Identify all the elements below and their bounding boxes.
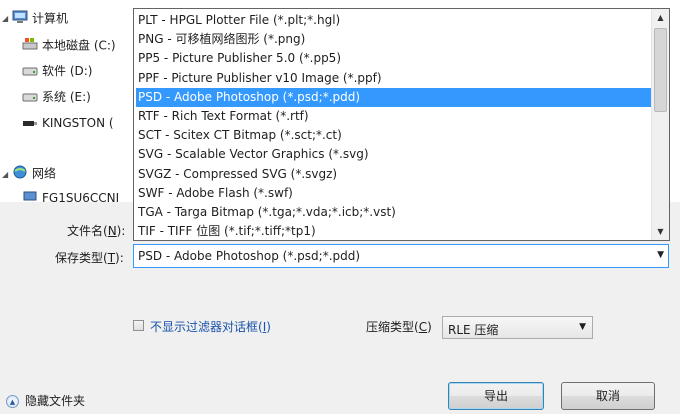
nav-item-network-computer[interactable]: FG1SU6CCNI	[22, 190, 119, 202]
drive-c-icon	[22, 37, 38, 55]
filetype-option[interactable]: SCT - Scitex CT Bitmap (*.sct;*.ct)	[136, 126, 653, 145]
nav-item-label: 系统 (E:)	[42, 90, 91, 104]
filetype-option[interactable]: PP5 - Picture Publisher 5.0 (*.pp5)	[136, 49, 653, 68]
navigation-pane: ◢ 计算机 本地磁盘 (C:) 软件 (D:) 系统 (E:) KINGSTON…	[0, 0, 134, 202]
hide-folders-toggle[interactable]: ▲ 隐藏文件夹	[6, 392, 85, 409]
computer-icon	[12, 10, 28, 28]
savetype-label-text: 保存类型(	[55, 251, 108, 265]
filetype-dropdown-list[interactable]: PLT - HPGL Plotter File (*.plt;*.hgl) PNG…	[133, 8, 670, 241]
scrollbar[interactable]: ▲ ▼	[651, 9, 669, 240]
collapse-circle-icon: ▲	[6, 395, 19, 408]
compression-label-suffix: )	[427, 320, 432, 334]
compression-label-key: C	[418, 320, 428, 334]
nav-item-drive-c[interactable]: 本地磁盘 (C:)	[22, 37, 116, 55]
filetype-option[interactable]: PPF - Picture Publisher v10 Image (*.ppf…	[136, 69, 653, 88]
hide-filter-label[interactable]: 不显示过滤器对话框(I)	[150, 318, 271, 335]
nav-item-label: FG1SU6CCNI	[42, 191, 120, 202]
filename-label-text: 文件名(	[67, 224, 108, 238]
scroll-down-icon[interactable]: ▼	[652, 223, 669, 240]
nav-item-drive-d[interactable]: 软件 (D:)	[22, 63, 92, 80]
nav-item-label: 本地磁盘 (C:)	[42, 38, 116, 53]
savetype-label: 保存类型(T):	[55, 249, 124, 266]
nav-item-label: 软件 (D:)	[42, 64, 93, 78]
hide-filter-checkbox[interactable]	[133, 320, 144, 331]
filename-label-suffix: ):	[116, 224, 126, 238]
nav-item-kingston[interactable]: KINGSTON (	[22, 115, 114, 132]
savetype-combobox[interactable]: PSD - Adobe Photoshop (*.psd;*.pdd) ▼	[133, 244, 669, 268]
filetype-option[interactable]: SVG - Scalable Vector Graphics (*.svg)	[136, 145, 653, 164]
scroll-thumb[interactable]	[654, 28, 667, 112]
nav-item-label: 网络	[32, 166, 57, 181]
savetype-value: PSD - Adobe Photoshop (*.psd;*.pdd)	[138, 249, 361, 263]
drive-icon	[22, 64, 38, 80]
nav-item-computer[interactable]: 计算机	[12, 10, 68, 28]
nav-item-network[interactable]: 网络	[12, 165, 56, 183]
nav-item-drive-e[interactable]: 系统 (E:)	[22, 89, 91, 106]
filetype-option[interactable]: TGA - Targa Bitmap (*.tga;*.vda;*.icb;*.…	[136, 203, 653, 222]
scroll-up-icon[interactable]: ▲	[652, 9, 669, 26]
network-computer-icon	[22, 191, 38, 203]
filetype-option[interactable]: PLT - HPGL Plotter File (*.plt;*.hgl)	[136, 11, 653, 30]
network-icon	[12, 165, 28, 183]
filetype-option[interactable]: RTF - Rich Text Format (*.rtf)	[136, 107, 653, 126]
compression-select[interactable]: RLE 压缩 ▼	[442, 316, 593, 339]
hide-filter-suffix: )	[266, 320, 271, 334]
drive-icon	[22, 90, 38, 106]
cancel-button[interactable]: 取消	[561, 382, 655, 410]
hide-folders-label: 隐藏文件夹	[25, 394, 86, 408]
filename-label: 文件名(N):	[67, 222, 125, 239]
savetype-label-suffix: ):	[115, 251, 124, 265]
collapse-arrow-icon[interactable]: ◢	[2, 14, 8, 23]
chevron-down-icon[interactable]: ▼	[579, 322, 586, 332]
nav-item-label: KINGSTON (	[42, 116, 114, 130]
compression-label: 压缩类型(C)	[366, 318, 432, 335]
filetype-option-selected[interactable]: PSD - Adobe Photoshop (*.psd;*.pdd)	[136, 87, 653, 107]
filename-label-key: N	[107, 224, 117, 238]
filetype-option[interactable]: TIF - TIFF 位图 (*.tif;*.tiff;*tp1)	[136, 222, 653, 240]
export-button[interactable]: 导出	[448, 382, 544, 410]
collapse-arrow-icon[interactable]: ◢	[2, 170, 8, 179]
compression-value: RLE 压缩	[448, 323, 499, 337]
usb-drive-icon	[22, 116, 38, 132]
filetype-option[interactable]: SVGZ - Compressed SVG (*.svgz)	[136, 165, 653, 184]
dropdown-arrow-icon[interactable]: ▼	[657, 250, 664, 260]
savetype-label-key: T	[107, 251, 116, 265]
nav-item-label: 计算机	[32, 11, 69, 26]
hide-filter-text: 不显示过滤器对话框(	[150, 320, 263, 334]
filetype-option[interactable]: SWF - Adobe Flash (*.swf)	[136, 184, 653, 203]
compression-label-text: 压缩类型(	[366, 320, 419, 334]
filetype-option[interactable]: PNG - 可移植网络图形 (*.png)	[136, 30, 653, 49]
